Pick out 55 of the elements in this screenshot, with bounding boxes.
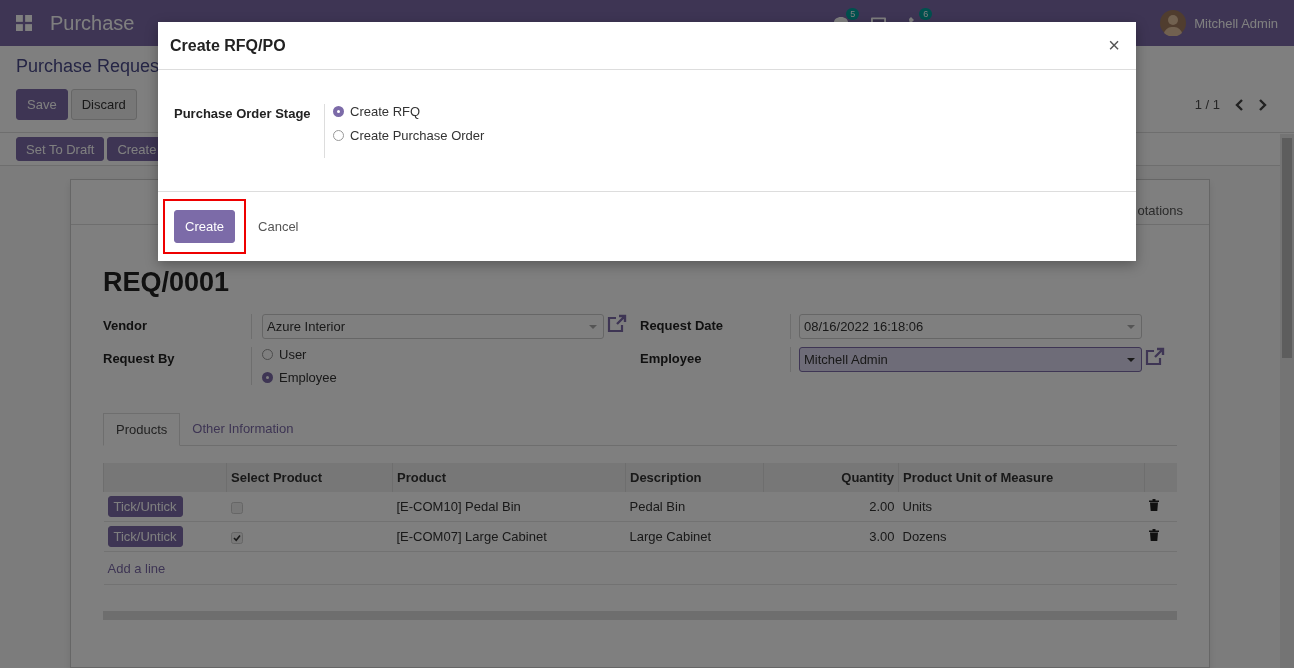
table-cell: Dozens <box>902 529 947 544</box>
tab[interactable]: Products <box>103 413 181 446</box>
tick-untick-button[interactable]: Tick/Untick <box>107 496 183 517</box>
select-field[interactable]: 08/16/2022 16:18:06 <box>799 314 1142 339</box>
notification-badge: 5 <box>846 8 860 20</box>
avatar-icon[interactable] <box>1160 10 1187 36</box>
column-header[interactable]: Product <box>397 470 447 485</box>
tab[interactable]: Other Information <box>180 413 306 445</box>
radio-option[interactable]: Create RFQ <box>333 104 485 119</box>
checkbox[interactable] <box>230 531 243 544</box>
table-cell: 2.00 <box>869 499 895 514</box>
table-cell: 3.00 <box>869 529 895 544</box>
field-label: Vendor <box>103 314 252 339</box>
notification-badge: 6 <box>919 8 933 20</box>
radio-option[interactable]: User <box>262 347 337 362</box>
caret-icon[interactable] <box>1127 357 1135 362</box>
previous-icon[interactable] <box>1234 98 1244 111</box>
select-field[interactable]: Azure Interior <box>262 314 604 339</box>
record-name: REQ/0001 <box>103 267 231 298</box>
external-link-icon[interactable] <box>1145 347 1165 367</box>
field-label: Employee <box>640 347 791 372</box>
delete-icon[interactable] <box>1148 529 1159 541</box>
select-field[interactable]: Mitchell Admin <box>799 347 1142 372</box>
delete-icon[interactable] <box>1148 499 1159 511</box>
checkbox[interactable] <box>230 501 243 514</box>
table-cell: Large Cabinet <box>629 529 712 544</box>
caret-icon[interactable] <box>589 324 597 329</box>
radio-option[interactable]: Employee <box>262 370 337 385</box>
dialog-title: Create RFQ/PO <box>170 36 286 55</box>
field-label: Purchase Order Stage <box>174 104 325 158</box>
action-button[interactable]: Set To Draft <box>16 137 105 161</box>
caret-icon[interactable] <box>1127 324 1135 329</box>
apps-menu-icon[interactable] <box>16 15 32 31</box>
next-icon[interactable] <box>1258 98 1268 111</box>
field-label: Request By <box>103 347 252 385</box>
tick-untick-button[interactable]: Tick/Untick <box>107 526 183 547</box>
save-button[interactable]: Save <box>16 89 68 120</box>
field-label: Request Date <box>640 314 791 339</box>
vertical-scrollbar[interactable] <box>1280 134 1294 668</box>
table-cell: Units <box>902 499 933 514</box>
table-cell: [E-COM07] Large Cabinet <box>396 529 547 544</box>
table-cell: Pedal Bin <box>629 499 686 514</box>
add-line-link[interactable]: Add a line <box>107 560 166 576</box>
smart-button[interactable]: otations <box>1137 203 1183 224</box>
pager-value: 1 / 1 <box>1194 97 1220 112</box>
external-link-icon[interactable] <box>607 314 627 334</box>
user-name[interactable]: Mitchell Admin <box>1194 15 1278 31</box>
breadcrumb: Purchase Reques <box>16 56 161 77</box>
app-title: Purchase <box>50 11 135 35</box>
cancel-button[interactable]: Cancel <box>250 213 307 240</box>
radio-option[interactable]: Create Purchase Order <box>333 128 485 143</box>
close-button[interactable]: × <box>1104 34 1124 57</box>
create-button[interactable]: Create <box>174 210 236 243</box>
discard-button[interactable]: Discard <box>70 89 137 120</box>
table-cell: [E-COM10] Pedal Bin <box>396 499 521 514</box>
